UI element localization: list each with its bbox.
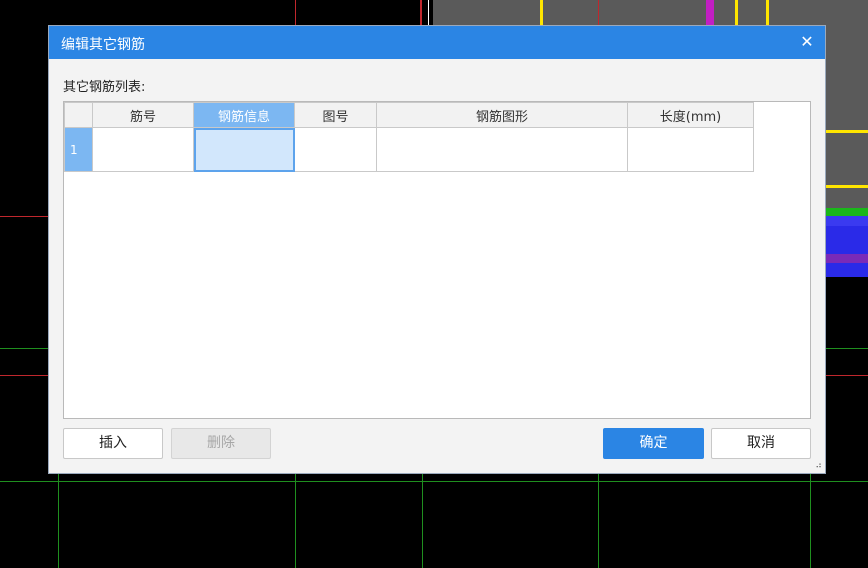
row-number-cell[interactable]: 1 — [64, 127, 93, 172]
cad-green-line — [0, 481, 868, 482]
cad-green-line — [295, 474, 296, 568]
table-header-row: 筋号 钢筋信息 图号 钢筋图形 长度(mm) — [64, 102, 754, 128]
column-header-rebar-no[interactable]: 筋号 — [92, 102, 194, 128]
rebar-list-label: 其它钢筋列表: — [63, 80, 146, 95]
cancel-button[interactable]: 取消 — [711, 428, 811, 459]
dialog-title: 编辑其它钢筋 — [61, 37, 145, 53]
rebar-table-area[interactable]: 筋号 钢筋信息 图号 钢筋图形 长度(mm) 1 — [63, 101, 811, 419]
cell-rebar-shape[interactable] — [376, 127, 628, 172]
ok-button[interactable]: 确定 — [603, 428, 704, 459]
dialog-titlebar[interactable]: 编辑其它钢筋 ✕ — [49, 26, 825, 59]
cad-red-line — [0, 216, 48, 217]
cad-yellow-line — [826, 185, 868, 188]
edit-other-rebar-dialog: 编辑其它钢筋 ✕ 其它钢筋列表: 筋号 钢筋信息 图号 钢筋图形 长度(mm) … — [48, 25, 826, 474]
cad-green-line — [810, 474, 811, 568]
cell-rebar-no[interactable] — [92, 127, 194, 172]
column-header-rebar-shape[interactable]: 钢筋图形 — [376, 102, 628, 128]
cad-green-line — [58, 474, 59, 568]
cad-magenta-bar — [706, 0, 714, 25]
column-header-length[interactable]: 长度(mm) — [627, 102, 754, 128]
table-corner-header[interactable] — [64, 102, 93, 128]
cad-green-bar — [826, 208, 868, 216]
cad-red-line — [420, 0, 422, 25]
cad-purple-bar — [826, 254, 868, 263]
cad-blue-bar — [826, 216, 868, 226]
cad-yellow-line — [735, 0, 738, 25]
cell-rebar-info[interactable] — [193, 127, 295, 172]
column-header-figure-no[interactable]: 图号 — [294, 102, 377, 128]
table-row: 1 — [64, 127, 754, 172]
cad-yellow-line — [766, 0, 769, 25]
column-header-rebar-info[interactable]: 钢筋信息 — [193, 102, 295, 128]
cad-yellow-line — [540, 0, 543, 25]
cad-green-line — [598, 474, 599, 568]
cad-yellow-line — [826, 130, 868, 133]
rebar-table: 筋号 钢筋信息 图号 钢筋图形 长度(mm) 1 — [64, 102, 754, 172]
close-icon[interactable]: ✕ — [795, 30, 819, 54]
cad-green-line — [826, 348, 868, 349]
delete-button[interactable]: 删除 — [171, 428, 271, 459]
cad-blue-bar — [826, 263, 868, 277]
insert-button[interactable]: 插入 — [63, 428, 163, 459]
cad-white-line — [428, 0, 429, 25]
cell-figure-no[interactable] — [294, 127, 377, 172]
cad-red-line — [0, 375, 48, 376]
cad-green-line — [422, 474, 423, 568]
resize-grip-icon[interactable]: ⠴ — [815, 462, 822, 471]
cad-blue-bar — [826, 226, 868, 254]
cell-length[interactable] — [627, 127, 754, 172]
cad-red-line — [598, 0, 599, 25]
cad-red-line — [826, 375, 868, 376]
cad-red-line — [295, 0, 296, 25]
cad-green-line — [0, 348, 48, 349]
